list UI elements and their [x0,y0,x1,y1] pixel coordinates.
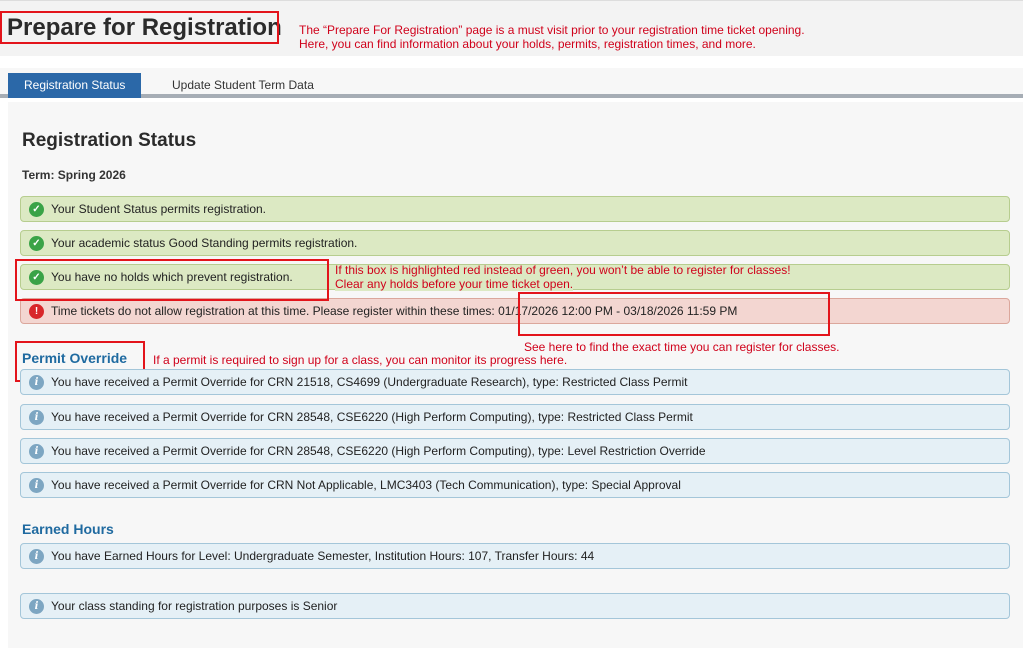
annotation-time: See here to find the exact time you can … [524,340,840,354]
status-message-academic-status: ✓ Your academic status Good Standing per… [20,230,1010,256]
info-icon: i [29,599,44,614]
permit-override-item: i You have received a Permit Override fo… [20,404,1010,430]
permit-override-item: i You have received a Permit Override fo… [20,438,1010,464]
earned-hours-text: You have Earned Hours for Level: Undergr… [51,549,595,563]
status-message-student-status: ✓ Your Student Status permits registrati… [20,196,1010,222]
info-icon: i [29,375,44,390]
earned-hours-heading: Earned Hours [22,521,114,537]
status-message-text: Your academic status Good Standing permi… [51,236,358,250]
permit-override-text: You have received a Permit Override for … [51,375,688,389]
tab-bar: Registration Status Update Student Term … [0,68,1023,98]
term-label: Term: Spring 2026 [22,168,126,182]
permit-override-item: i You have received a Permit Override fo… [20,472,1010,498]
tab-update-student-term-data[interactable]: Update Student Term Data [156,73,330,98]
exclamation-icon: ! [29,304,44,319]
permit-override-item: i You have received a Permit Override fo… [20,369,1010,395]
annotation-page-line2: Here, you can find information about you… [299,37,756,51]
check-circle-icon: ✓ [29,202,44,217]
annotation-permit: If a permit is required to sign up for a… [153,353,568,367]
info-icon: i [29,410,44,425]
registration-status-heading: Registration Status [22,130,197,151]
permit-override-text: You have received a Permit Override for … [51,444,706,458]
info-icon: i [29,549,44,564]
class-standing-item: i Your class standing for registration p… [20,593,1010,619]
status-message-text: Your Student Status permits registration… [51,202,267,216]
tab-registration-status[interactable]: Registration Status [8,73,142,98]
annotation-holds-line2: Clear any holds before your time ticket … [335,277,574,291]
check-circle-icon: ✓ [29,236,44,251]
annotation-box-title [0,11,279,44]
permit-override-text: You have received a Permit Override for … [51,478,681,492]
annotation-box-holds [15,259,329,301]
annotation-holds-line1: If this box is highlighted red instead o… [335,263,791,277]
annotation-page-line1: The “Prepare For Registration” page is a… [299,23,805,37]
info-icon: i [29,478,44,493]
annotation-box-time [518,292,830,336]
info-icon: i [29,444,44,459]
status-message-time-ticket: ! Time tickets do not allow registration… [20,298,1010,324]
earned-hours-item: i You have Earned Hours for Level: Under… [20,543,1010,569]
permit-override-text: You have received a Permit Override for … [51,410,693,424]
class-standing-text: Your class standing for registration pur… [51,599,338,613]
